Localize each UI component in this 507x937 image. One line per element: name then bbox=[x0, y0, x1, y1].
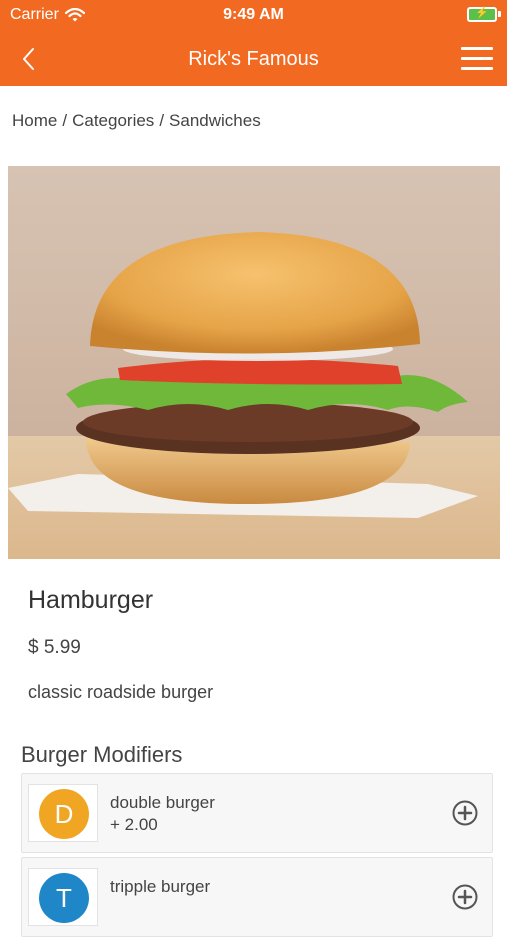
menu-line bbox=[461, 57, 493, 60]
modifier-name: double burger bbox=[110, 793, 215, 812]
modifiers-heading: Burger Modifiers bbox=[21, 742, 183, 767]
breadcrumb-categories[interactable]: Categories bbox=[72, 111, 154, 130]
product-name: Hamburger bbox=[28, 586, 154, 614]
modifier-name: tripple burger bbox=[110, 877, 211, 896]
breadcrumb: Home / Categories / Sandwiches bbox=[12, 111, 261, 131]
bolt-icon: ⚡ bbox=[475, 7, 489, 19]
avatar-frame: T bbox=[28, 868, 98, 926]
avatar: T bbox=[39, 873, 89, 923]
app-header: Carrier 9:49 AM ⚡ Rick's Famous bbox=[0, 0, 507, 86]
product-image bbox=[8, 166, 500, 559]
modifier-price: + 2.00 bbox=[110, 815, 158, 834]
breadcrumb-separator: / bbox=[159, 111, 165, 130]
status-bar: Carrier 9:49 AM ⚡ bbox=[0, 0, 507, 30]
page-title: Rick's Famous bbox=[188, 48, 319, 70]
battery-cap bbox=[498, 11, 501, 17]
avatar: D bbox=[39, 789, 89, 839]
product-price: $ 5.99 bbox=[28, 637, 81, 658]
avatar-frame: D bbox=[28, 784, 98, 842]
navigation-bar: Rick's Famous bbox=[0, 36, 507, 82]
breadcrumb-current: Sandwiches bbox=[169, 111, 261, 130]
breadcrumb-home[interactable]: Home bbox=[12, 111, 57, 130]
plus-circle-icon[interactable] bbox=[452, 884, 478, 910]
battery-charging-icon: ⚡ bbox=[467, 7, 501, 22]
breadcrumb-separator: / bbox=[62, 111, 68, 130]
status-time: 9:49 AM bbox=[223, 6, 284, 23]
modifier-item[interactable]: T tripple burger bbox=[21, 857, 493, 937]
menu-line bbox=[461, 67, 493, 70]
plus-circle-icon[interactable] bbox=[452, 800, 478, 826]
hamburger-menu-icon[interactable] bbox=[461, 47, 493, 71]
menu-line bbox=[461, 47, 493, 50]
modifier-item[interactable]: D double burger + 2.00 bbox=[21, 773, 493, 853]
product-description: classic roadside burger bbox=[28, 682, 214, 702]
